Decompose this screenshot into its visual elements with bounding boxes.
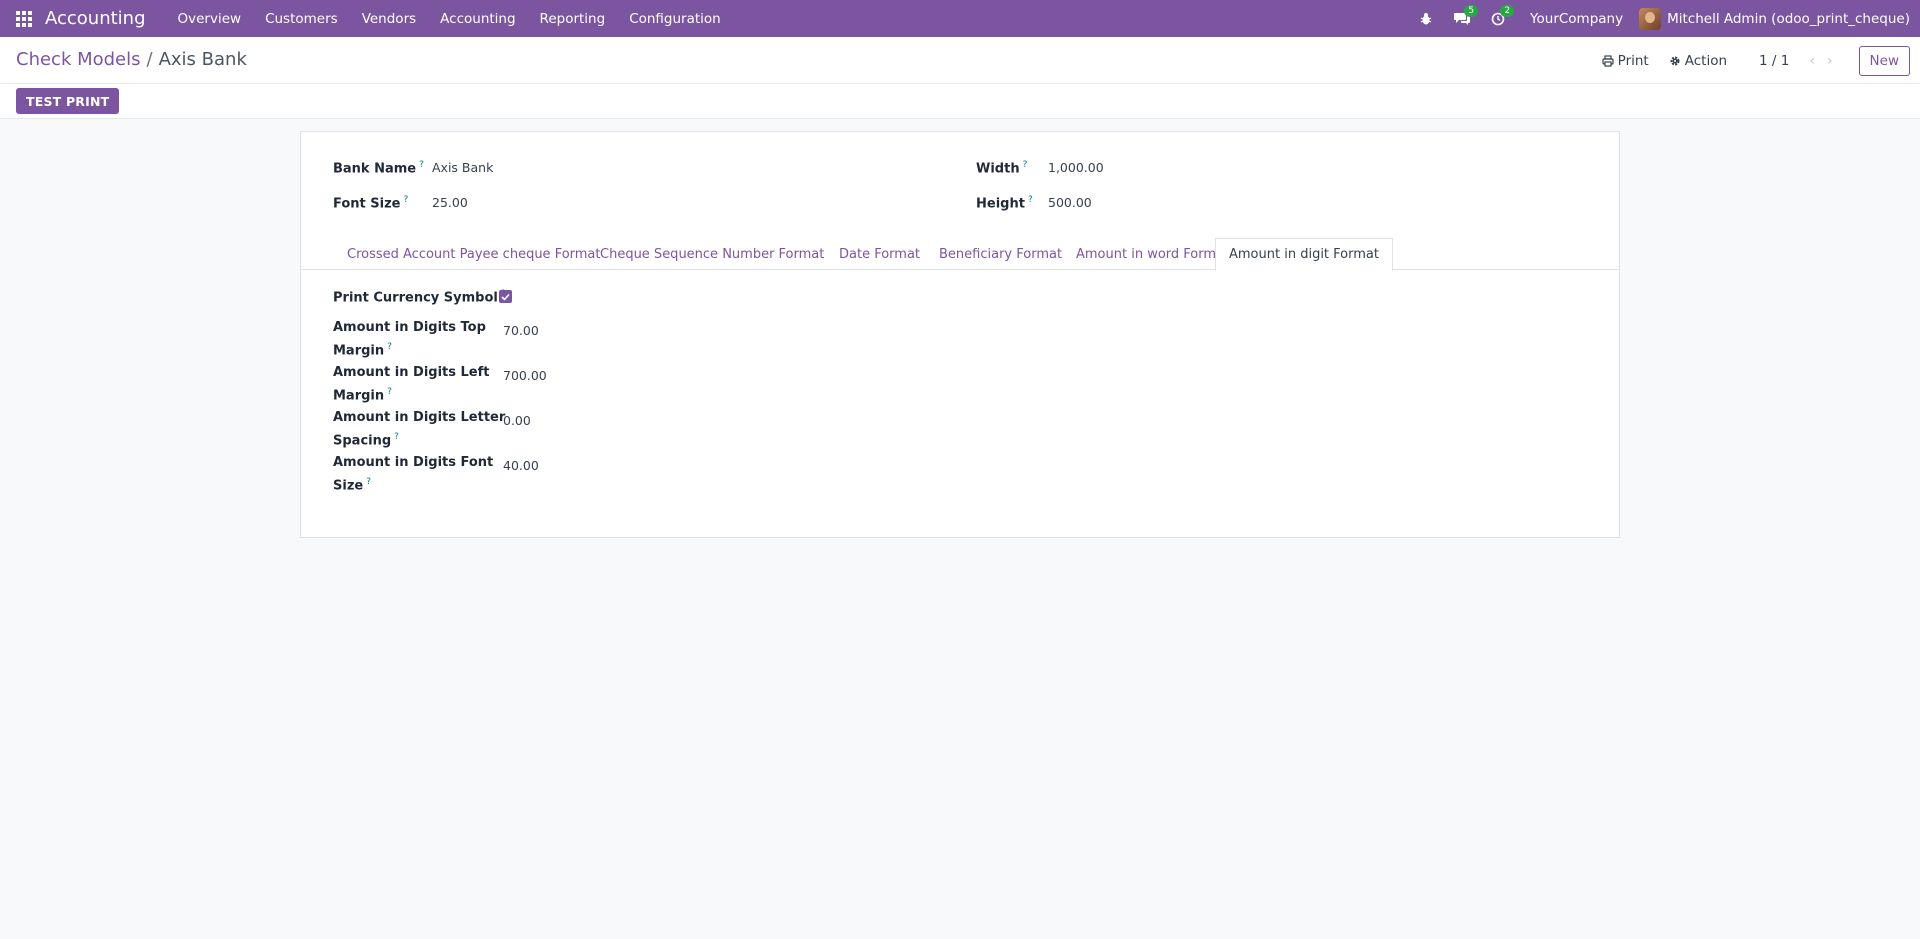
control-panel: Check Models / Axis Bank Print Action 1 / … xyxy=(0,37,1920,84)
status-bar: TEST PRINT xyxy=(0,84,1920,119)
menu-overview[interactable]: Overview xyxy=(166,0,254,37)
digits-letter-spacing-label: Amount in Digits Letter Spacing? xyxy=(333,408,505,450)
action-label: Action xyxy=(1684,52,1728,69)
help-icon[interactable]: ? xyxy=(387,387,392,397)
digits-top-margin-field[interactable]: 70.00 xyxy=(503,323,539,338)
breadcrumb-check-models[interactable]: Check Models xyxy=(16,49,141,70)
height-label-text: Height xyxy=(976,196,1025,212)
font-size-field[interactable]: 25.00 xyxy=(432,195,468,210)
digits-left-margin-label-line2: Margin xyxy=(333,387,385,403)
menu-configuration[interactable]: Configuration xyxy=(617,0,733,37)
gear-icon xyxy=(1670,55,1680,66)
print-currency-symbol-checkbox[interactable] xyxy=(499,290,512,303)
help-icon[interactable]: ? xyxy=(387,342,392,352)
digits-left-margin-label-line1: Amount in Digits Left xyxy=(333,365,490,380)
avatar xyxy=(1639,7,1662,30)
pager-value[interactable]: 1 / 1 xyxy=(1759,53,1789,69)
digits-font-size-field[interactable]: 40.00 xyxy=(503,458,539,473)
digits-top-margin-label-line2: Margin xyxy=(333,342,385,358)
menu-customers[interactable]: Customers xyxy=(253,0,350,37)
app-menu-icon[interactable] xyxy=(0,0,48,37)
tab-amount-in-digit[interactable]: Amount in digit Format xyxy=(1215,238,1393,271)
action-button[interactable]: Action xyxy=(1669,53,1727,69)
digits-font-size-label-line2: Size xyxy=(333,477,364,493)
user-name: Mitchell Admin (odoo_print_cheque) xyxy=(1667,10,1910,27)
tab-crossed-account-payee[interactable]: Crossed Account Payee cheque Format xyxy=(334,238,614,270)
help-icon[interactable]: ? xyxy=(394,432,399,442)
help-icon[interactable]: ? xyxy=(1028,195,1033,205)
digits-font-size-label: Amount in Digits Font Size? xyxy=(333,453,493,495)
help-icon[interactable]: ? xyxy=(366,477,371,487)
print-currency-symbol-label: Print Currency Symbol? xyxy=(333,285,506,308)
check-icon xyxy=(501,293,510,301)
font-size-label: Font Size? xyxy=(333,191,408,214)
width-label-text: Width xyxy=(976,161,1020,177)
tab-beneficiary-format[interactable]: Beneficiary Format xyxy=(926,238,1075,270)
messages-icon[interactable]: 5 xyxy=(1444,0,1480,37)
digits-font-size-label-line1: Amount in Digits Font xyxy=(333,455,494,470)
breadcrumb: Check Models / Axis Bank xyxy=(16,49,247,70)
printer-icon xyxy=(1602,54,1614,67)
user-menu[interactable]: Mitchell Admin (odoo_print_cheque) xyxy=(1639,7,1920,30)
font-size-label-text: Font Size xyxy=(333,196,401,212)
digits-top-margin-label: Amount in Digits Top Margin? xyxy=(333,318,486,360)
help-icon[interactable]: ? xyxy=(1023,160,1028,170)
tab-date-format[interactable]: Date Format xyxy=(826,238,933,270)
menu-vendors[interactable]: Vendors xyxy=(350,0,428,37)
bank-name-label-text: Bank Name xyxy=(333,161,417,177)
menu-reporting[interactable]: Reporting xyxy=(528,0,618,37)
digits-letter-spacing-label-line2: Spacing xyxy=(333,432,392,448)
digits-letter-spacing-label-line1: Amount in Digits Letter xyxy=(333,410,506,425)
breadcrumb-current: Axis Bank xyxy=(158,49,247,70)
print-currency-symbol-label-text: Print Currency Symbol xyxy=(333,290,498,306)
pager-previous-icon[interactable]: ‹ xyxy=(1803,53,1821,69)
digits-top-margin-label-line1: Amount in Digits Top xyxy=(333,320,486,335)
test-print-button[interactable]: TEST PRINT xyxy=(16,88,120,114)
print-button[interactable]: Print xyxy=(1602,53,1649,69)
width-field[interactable]: 1,000.00 xyxy=(1048,160,1104,175)
activities-clock-icon[interactable]: 2 xyxy=(1480,0,1516,37)
top-navbar: Accounting Overview Customers Vendors Ac… xyxy=(0,0,1920,37)
activities-badge: 2 xyxy=(1500,5,1515,17)
form-sheet: Bank Name? Axis Bank Font Size? 25.00 Wi… xyxy=(300,131,1620,538)
company-switcher[interactable]: YourCompany xyxy=(1516,11,1639,27)
app-brand[interactable]: Accounting xyxy=(45,8,146,29)
digits-left-margin-field[interactable]: 700.00 xyxy=(503,368,547,383)
debug-bug-icon[interactable] xyxy=(1408,0,1444,37)
height-label: Height? xyxy=(976,191,1033,214)
width-label: Width? xyxy=(976,156,1027,179)
digits-left-margin-label: Amount in Digits Left Margin? xyxy=(333,363,489,405)
bank-name-label: Bank Name? xyxy=(333,156,424,179)
new-button[interactable]: New xyxy=(1858,45,1910,76)
help-icon[interactable]: ? xyxy=(419,160,424,170)
breadcrumb-separator: / xyxy=(146,49,153,70)
height-field[interactable]: 500.00 xyxy=(1048,195,1092,210)
print-label: Print xyxy=(1617,52,1649,69)
tab-cheque-sequence-number[interactable]: Cheque Sequence Number Format xyxy=(587,238,837,270)
notebook-tabs: Crossed Account Payee cheque Format Cheq… xyxy=(301,238,1619,271)
help-icon[interactable]: ? xyxy=(403,195,408,205)
messages-badge: 5 xyxy=(1464,5,1479,17)
pager-next-icon[interactable]: › xyxy=(1821,53,1839,69)
digits-letter-spacing-field[interactable]: 0.00 xyxy=(503,413,531,428)
menu-accounting[interactable]: Accounting xyxy=(428,0,527,37)
bank-name-field[interactable]: Axis Bank xyxy=(432,160,493,175)
